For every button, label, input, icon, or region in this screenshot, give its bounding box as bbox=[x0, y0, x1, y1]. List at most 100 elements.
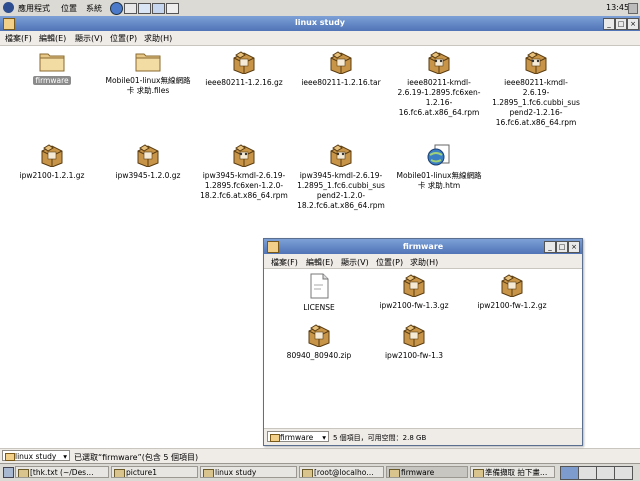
file-item[interactable]: ieee80211-kmdl-2.6.19-1.2895_1.fc6.cubbi… bbox=[491, 50, 581, 128]
system-menu[interactable]: 系統 bbox=[86, 3, 102, 14]
taskbar-window-button[interactable]: firmware bbox=[386, 466, 468, 478]
menu-go[interactable]: 位置(P) bbox=[110, 33, 137, 44]
workspace-switcher-4[interactable] bbox=[614, 466, 633, 480]
menu-file[interactable]: 檔案(F) bbox=[5, 33, 32, 44]
menu-view[interactable]: 顯示(V) bbox=[75, 33, 103, 44]
mail-launcher-icon[interactable] bbox=[124, 3, 137, 14]
workspace-switcher-3[interactable] bbox=[596, 466, 615, 480]
browser-launcher-icon[interactable] bbox=[110, 2, 123, 15]
file-name-label: firmware bbox=[33, 76, 71, 85]
editor-launcher-icon[interactable] bbox=[138, 3, 151, 14]
file-item[interactable]: ieee80211-1.2.16.tar bbox=[296, 50, 386, 88]
fw-menu-edit[interactable]: 編輯(E) bbox=[306, 257, 333, 268]
package-icon bbox=[401, 323, 427, 349]
file-name-label: ieee80211-kmdl-2.6.19-1.2895_1.fc6.cubbi… bbox=[492, 78, 580, 127]
taskbar-button-label: picture1 bbox=[126, 468, 157, 477]
menu-edit[interactable]: 編輯(E) bbox=[39, 33, 66, 44]
close-button[interactable]: × bbox=[627, 18, 639, 30]
firmware-maximize-button[interactable]: □ bbox=[556, 241, 568, 253]
window-icon bbox=[18, 469, 29, 477]
file-name-label: ipw3945-1.2.0.gz bbox=[115, 171, 181, 180]
file-name-label: Mobile01-linux無線網路卡 求助.htm bbox=[396, 171, 482, 190]
file-item[interactable]: Mobile01-linux無線網路卡 求助.htm bbox=[394, 143, 484, 191]
file-item[interactable]: ipw2100-1.2.1.gz bbox=[7, 143, 97, 181]
package-icon bbox=[135, 143, 161, 169]
applications-menu[interactable]: 應用程式 bbox=[18, 3, 50, 14]
package-icon bbox=[499, 273, 525, 299]
location-dropdown-label: linux study bbox=[15, 452, 57, 461]
workspace-switcher-1[interactable] bbox=[560, 466, 579, 480]
maximize-button[interactable]: □ bbox=[615, 18, 627, 30]
file-item[interactable]: ipw3945-kmdl-2.6.19-1.2895_1.fc6.cubbi_s… bbox=[296, 143, 386, 211]
folder-icon bbox=[135, 50, 161, 74]
text-file-icon bbox=[308, 273, 330, 301]
folder-item[interactable]: firmware bbox=[7, 50, 97, 86]
file-name-label: ipw2100-fw-1.3 bbox=[384, 351, 444, 360]
firmware-titlebar[interactable]: firmware _ □ × bbox=[264, 239, 582, 254]
places-menu[interactable]: 位置 bbox=[61, 3, 77, 14]
menu-help[interactable]: 求助(H) bbox=[144, 33, 172, 44]
file-item[interactable]: ipw2100-fw-1.3.gz bbox=[369, 273, 459, 311]
firmware-menubar: 檔案(F) 編輯(E) 顯示(V) 位置(P) 求助(H) bbox=[264, 254, 582, 269]
file-item[interactable]: ieee80211-1.2.16.gz bbox=[199, 50, 289, 88]
file-item[interactable]: 80940_80940.zip bbox=[274, 323, 364, 361]
file-item[interactable]: ipw3945-kmdl-2.6.19-1.2895.fc6xen-1.2.0-… bbox=[199, 143, 289, 201]
file-name-label: ipw2100-fw-1.2.gz bbox=[477, 301, 547, 310]
folder-item[interactable]: Mobile01-linux無線網路卡 求助.files bbox=[103, 50, 193, 96]
window-icon bbox=[473, 469, 484, 477]
file-item[interactable]: ipw2100-fw-1.2.gz bbox=[467, 273, 557, 311]
package-icon bbox=[523, 50, 549, 76]
file-name-label: ipw3945-kmdl-2.6.19-1.2895_1.fc6.cubbi_s… bbox=[297, 171, 385, 210]
file-item[interactable]: LICENSE bbox=[274, 273, 364, 313]
taskbar-button-label: 準備擷取 拍下畫… bbox=[485, 468, 548, 477]
clock[interactable]: 13:45 bbox=[606, 3, 629, 12]
taskbar-window-button[interactable]: linux study bbox=[200, 466, 297, 478]
terminal-launcher-icon[interactable] bbox=[166, 3, 179, 14]
firmware-minimize-button[interactable]: _ bbox=[544, 241, 556, 253]
window-menubar: 檔案(F) 編輯(E) 顯示(V) 位置(P) 求助(H) bbox=[0, 31, 640, 46]
taskbar-window-button[interactable]: 準備擷取 拍下畫… bbox=[470, 466, 555, 478]
file-item[interactable]: ipw2100-fw-1.3 bbox=[369, 323, 459, 361]
file-name-label: ieee80211-1.2.16.gz bbox=[205, 78, 283, 87]
firmware-close-button[interactable]: × bbox=[568, 241, 580, 253]
taskbar-window-button[interactable]: picture1 bbox=[111, 466, 198, 478]
file-item[interactable]: ieee80211-kmdl-2.6.19-1.2895.fc6xen-1.2.… bbox=[394, 50, 484, 118]
file-item[interactable]: ipw3945-1.2.0.gz bbox=[103, 143, 193, 181]
window-statusbar: linux study ▾ 已選取“firmware”(包含 5 個項目) bbox=[0, 448, 640, 463]
firmware-window[interactable]: firmware _ □ × 檔案(F) 編輯(E) 顯示(V) 位置(P) 求… bbox=[263, 238, 583, 446]
location-dropdown[interactable]: linux study ▾ bbox=[2, 450, 70, 461]
presentation-launcher-icon[interactable] bbox=[152, 3, 165, 14]
window-icon bbox=[302, 469, 313, 477]
fw-menu-go[interactable]: 位置(P) bbox=[376, 257, 403, 268]
file-name-label: LICENSE bbox=[303, 303, 335, 312]
show-desktop-icon[interactable] bbox=[3, 467, 14, 478]
fw-location-dropdown[interactable]: firmware ▾ bbox=[267, 431, 329, 442]
folder-icon bbox=[39, 50, 65, 74]
file-name-label: ipw2100-1.2.1.gz bbox=[19, 171, 85, 180]
fw-menu-view[interactable]: 顯示(V) bbox=[341, 257, 369, 268]
taskbar-window-button[interactable]: [thk.txt (~/Des… bbox=[15, 466, 109, 478]
selection-status: 已選取“firmware”(包含 5 個項目) bbox=[74, 453, 199, 462]
taskbar-button-label: [root@localho… bbox=[314, 468, 374, 477]
minimize-button[interactable]: _ bbox=[603, 18, 615, 30]
chevron-down-icon: ▾ bbox=[322, 433, 326, 442]
taskbar-button-label: linux study bbox=[215, 468, 257, 477]
package-icon bbox=[328, 50, 354, 76]
file-name-label: 80940_80940.zip bbox=[286, 351, 352, 360]
package-icon bbox=[231, 143, 257, 169]
fedora-logo-icon[interactable] bbox=[3, 2, 14, 13]
file-name-label: ipw2100-fw-1.3.gz bbox=[379, 301, 449, 310]
package-icon bbox=[306, 323, 332, 349]
fw-location-dropdown-label: firmware bbox=[280, 433, 314, 442]
fw-status-text: 5 個項目，可用空間：2.8 GB bbox=[333, 434, 427, 442]
html-file-icon bbox=[427, 143, 451, 169]
volume-icon[interactable] bbox=[628, 3, 638, 14]
firmware-window-title: firmware bbox=[402, 242, 444, 251]
taskbar-button-label: [thk.txt (~/Des… bbox=[30, 468, 94, 477]
fw-menu-file[interactable]: 檔案(F) bbox=[271, 257, 298, 268]
fw-menu-help[interactable]: 求助(H) bbox=[410, 257, 438, 268]
workspace-switcher-2[interactable] bbox=[578, 466, 597, 480]
window-titlebar[interactable]: linux study _ □ × bbox=[0, 16, 640, 31]
package-icon bbox=[401, 273, 427, 299]
taskbar-window-button[interactable]: [root@localho… bbox=[299, 466, 384, 478]
